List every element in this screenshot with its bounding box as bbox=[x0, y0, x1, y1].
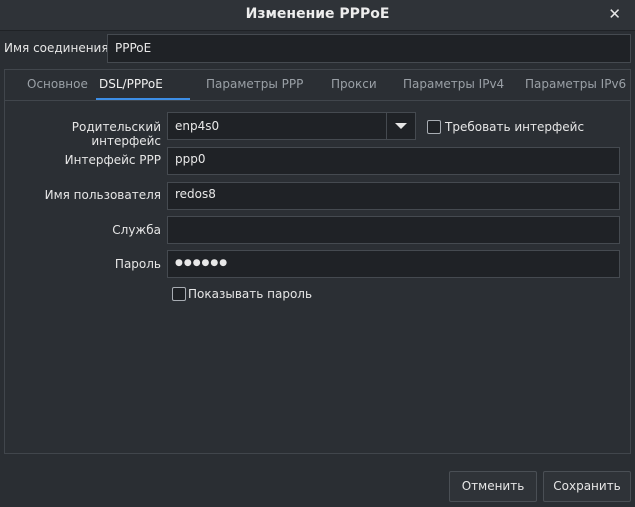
tab-ppp-settings[interactable]: Параметры PPP bbox=[206, 77, 303, 91]
require-interface-label: Требовать интерфейс bbox=[445, 120, 585, 134]
service-label: Служба bbox=[112, 223, 161, 237]
settings-panel: Основное DSL/PPPoE Параметры PPP Прокси … bbox=[4, 69, 631, 454]
active-tab-indicator bbox=[96, 98, 190, 100]
combo-separator bbox=[386, 113, 387, 139]
connection-name-input[interactable]: PPPoE bbox=[107, 34, 631, 63]
parent-interface-label: Родительский интерфейс bbox=[71, 120, 161, 148]
title-bar: Изменение PPPoE ✕ bbox=[0, 0, 635, 31]
connection-name-row: Имя соединения PPPoE bbox=[0, 34, 635, 64]
password-input[interactable]: ●●●●●● bbox=[167, 250, 620, 278]
parent-interface-combo[interactable]: enp4s0 bbox=[167, 112, 416, 140]
ppp-interface-label: Интерфейс PPP bbox=[64, 153, 161, 167]
username-input[interactable]: redos8 bbox=[167, 182, 620, 210]
require-interface-checkbox[interactable] bbox=[427, 120, 441, 134]
window-title: Изменение PPPoE bbox=[245, 6, 390, 22]
chevron-down-icon[interactable] bbox=[395, 123, 407, 129]
parent-interface-value: enp4s0 bbox=[175, 119, 220, 133]
connection-name-label: Имя соединения bbox=[4, 41, 109, 55]
save-button[interactable]: Сохранить bbox=[543, 471, 631, 502]
tab-ipv6-settings[interactable]: Параметры IPv6 bbox=[525, 77, 626, 91]
show-password-label: Показывать пароль bbox=[188, 287, 313, 301]
tab-ipv4-settings[interactable]: Параметры IPv4 bbox=[403, 77, 504, 91]
tab-dsl-pppoe[interactable]: DSL/PPPoE bbox=[99, 77, 163, 91]
cancel-button[interactable]: Отменить bbox=[449, 471, 537, 502]
tab-proxy[interactable]: Прокси bbox=[331, 77, 377, 91]
show-password-checkbox[interactable] bbox=[172, 287, 186, 301]
password-label: Пароль bbox=[114, 257, 161, 271]
service-input[interactable] bbox=[167, 216, 620, 244]
close-icon[interactable]: ✕ bbox=[608, 5, 621, 23]
tab-bar: Основное DSL/PPPoE Параметры PPP Прокси … bbox=[5, 70, 630, 101]
tab-general[interactable]: Основное bbox=[27, 77, 88, 91]
ppp-interface-input[interactable]: ppp0 bbox=[167, 147, 620, 175]
username-label: Имя пользователя bbox=[44, 188, 161, 202]
